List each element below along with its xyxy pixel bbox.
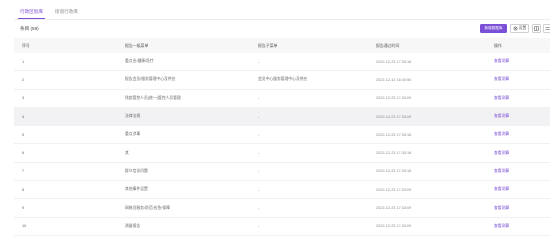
header-action: 操作 <box>494 42 502 48</box>
header-index: 序号 <box>22 42 30 48</box>
row-menu: 网格员服务/防范/应急/保障 <box>125 205 170 210</box>
row-submenu: - <box>258 151 260 156</box>
fullscreen-icon <box>545 27 550 30</box>
row-time: 2022-12-12 16:40:50 <box>376 77 412 82</box>
row-time: 2022-12-23 17:33:09 <box>376 224 412 229</box>
row-submenu: - <box>258 206 260 211</box>
row-index: 2 <box>22 77 25 82</box>
view-calculation-link[interactable]: 查看测算 <box>494 71 509 88</box>
row-time: 2022-12-23 17:33:09 <box>376 96 412 101</box>
row-time: 2022-12-23 17:33:09 <box>376 187 412 192</box>
tab-divider <box>14 19 550 20</box>
row-submenu: - <box>258 132 260 137</box>
row-submenu: - <box>258 59 260 64</box>
header-time: 报告通过时间 <box>376 42 400 48</box>
row-time: 2022-12-23 17:33:16 <box>376 59 412 64</box>
add-database-button[interactable]: 新增数据库 <box>480 24 507 33</box>
row-submenu: - <box>258 96 260 101</box>
settings-label: 设置 <box>518 26 527 30</box>
table-row: 10 测量报告 - 2022-12-23 17:33:09 查看测算 <box>14 218 550 236</box>
view-calculation-link[interactable]: 查看测算 <box>494 126 509 143</box>
row-submenu: - <box>258 187 260 192</box>
view-calculation-link[interactable]: 查看测算 <box>494 90 509 107</box>
row-menu: 群众信访问题 <box>125 168 148 173</box>
fullscreen-button[interactable] <box>543 24 550 33</box>
list-count: 条目 (59) <box>20 26 39 32</box>
view-calculation-link[interactable]: 查看测算 <box>494 199 509 216</box>
tab-admin-division[interactable]: 行政区划库 <box>14 5 49 19</box>
row-menu: 法律法规 <box>125 114 141 119</box>
header-menu: 报告一级菜单 <box>125 42 149 48</box>
row-submenu: 会员中心服务管理中心及供应 <box>258 77 308 82</box>
row-index: 10 <box>22 224 27 229</box>
table-header: 序号 报告一级菜单 报告子菜单 报告通过时间 操作 <box>14 38 550 53</box>
view-calculation-link[interactable]: 查看测算 <box>494 218 509 235</box>
row-index: 5 <box>22 132 25 137</box>
row-menu: 报告会员/服务管理中心及供应 <box>125 77 176 82</box>
header-submenu: 报告子菜单 <box>258 42 278 48</box>
table-row: 5 重点涉事 - 2022-12-23 17:33:16 查看测算 <box>14 126 550 145</box>
row-submenu: - <box>258 224 260 229</box>
row-menu: 重点业/健康/医疗 <box>125 59 154 64</box>
row-index: 6 <box>22 151 25 156</box>
columns-button[interactable] <box>532 24 541 33</box>
row-time: 2022-12-23 17:33:09 <box>376 206 412 211</box>
row-index: 1 <box>22 59 25 64</box>
row-submenu: - <box>258 114 260 119</box>
table-row: 1 重点业/健康/医疗 - 2022-12-23 17:33:16 查看测算 <box>14 53 550 72</box>
table-row: 9 网格员服务/防范/应急/保障 - 2022-12-23 17:33:09 查看测算 <box>14 199 550 218</box>
list-count-label: 条目 <box>20 26 30 31</box>
row-menu: 测量报告 <box>125 223 141 228</box>
row-index: 9 <box>22 206 25 211</box>
table-row: 8 其他事件设置 - 2022-12-23 17:33:09 查看测算 <box>14 181 550 200</box>
view-calculation-link[interactable]: 查看测算 <box>494 108 509 125</box>
row-submenu: - <box>258 169 260 174</box>
row-menu: 残疾管控人员(统一)管控人员管理 <box>125 95 181 100</box>
gear-icon <box>513 26 518 31</box>
table-row: 7 群众信访问题 - 2022-12-23 17:33:16 查看测算 <box>14 163 550 182</box>
row-menu: 其 <box>125 150 129 155</box>
view-calculation-link[interactable]: 查看测算 <box>494 163 509 180</box>
row-index: 8 <box>22 187 25 192</box>
list-count-value: (59) <box>30 26 39 31</box>
tab-street-admin[interactable]: 街道行政库 <box>49 5 84 19</box>
data-table: 序号 报告一级菜单 报告子菜单 报告通过时间 操作 1 重点业/健康/医疗 - 202… <box>14 38 550 236</box>
table-body: 1 重点业/健康/医疗 - 2022-12-23 17:33:16 查看测算 2 报告会员/… <box>14 53 550 236</box>
settings-button[interactable]: 设置 <box>510 24 529 33</box>
row-time: 2022-12-23 17:33:16 <box>376 169 412 174</box>
row-index: 7 <box>22 169 25 174</box>
table-row: 3 残疾管控人员(统一)管控人员管理 - 2022-12-23 17:33:09 查看测… <box>14 90 550 108</box>
row-index: 4 <box>22 114 25 119</box>
row-menu: 重点涉事 <box>125 132 141 137</box>
row-menu: 其他事件设置 <box>125 187 148 192</box>
tab-bar: 行政区划库 街道行政库 <box>14 5 84 19</box>
table-row: 4 法律法规 - 2022-12-23 17:33:09 查看测算 <box>14 107 550 127</box>
row-time: 2022-12-23 17:33:16 <box>376 151 412 156</box>
view-calculation-link[interactable]: 查看测算 <box>494 53 509 70</box>
view-calculation-link[interactable]: 查看测算 <box>494 181 509 198</box>
row-time: 2022-12-23 17:33:16 <box>376 132 412 137</box>
columns-icon <box>534 26 539 31</box>
row-time: 2022-12-23 17:33:09 <box>376 114 412 119</box>
table-row: 2 报告会员/服务管理中心及供应 会员中心服务管理中心及供应 2022-12-12 1… <box>14 71 550 90</box>
view-calculation-link[interactable]: 查看测算 <box>494 144 509 161</box>
table-row: 6 其 - 2022-12-23 17:33:16 查看测算 <box>14 144 550 163</box>
row-index: 3 <box>22 96 25 101</box>
